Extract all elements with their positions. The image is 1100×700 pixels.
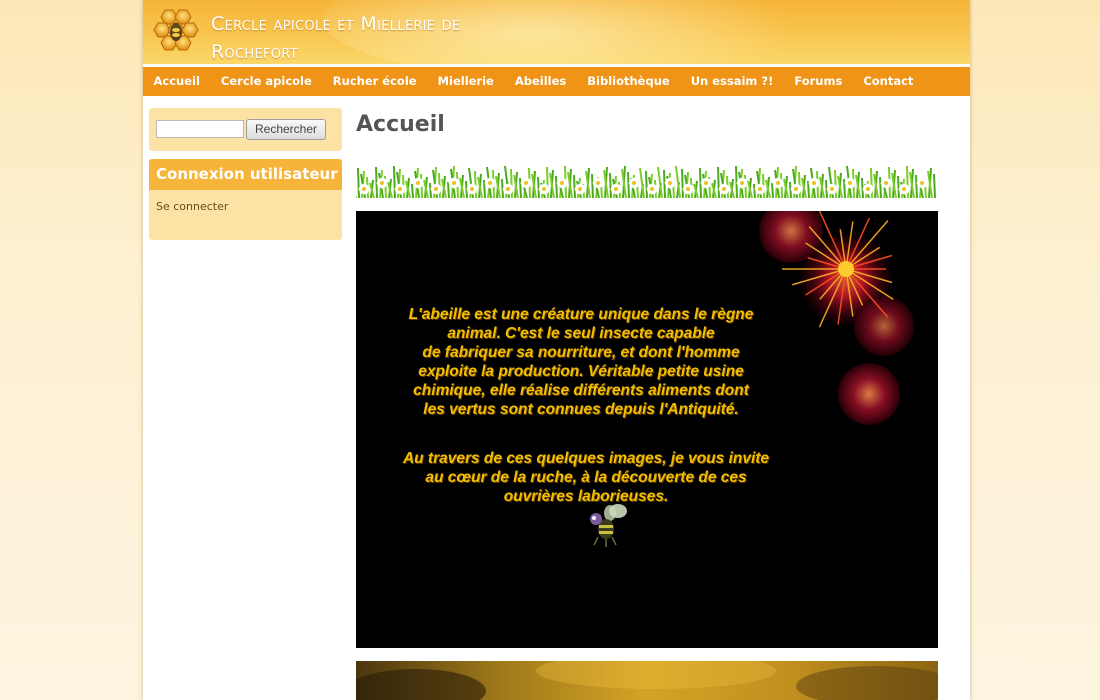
grass-daisies-banner <box>351 161 938 199</box>
intro-paragraph-1: L'abeille est une créature unique dans l… <box>356 305 806 419</box>
quote-line: de fabriquer sa nourriture, et dont l'ho… <box>422 344 740 361</box>
quote-line: L'abeille est une créature unique dans l… <box>408 306 754 323</box>
site-name-line1[interactable]: Cercle apicole et Miellerie de <box>211 10 541 38</box>
quote-line: animal. C'est le seul insecte capable <box>447 325 715 342</box>
nav-item-un-essaim[interactable]: Un essaim ?! <box>680 67 784 96</box>
nav-item-contact[interactable]: Contact <box>853 67 924 96</box>
quote-line: Au travers de ces quelques images, je vo… <box>402 450 770 467</box>
nav-item-rucher-ecole[interactable]: Rucher école <box>322 67 427 96</box>
nav-item-forums[interactable]: Forums <box>784 67 853 96</box>
quote-line: les vertus sont connues depuis l'Antiqui… <box>423 401 739 418</box>
sidebar: Rechercher Connexion utilisateur Se conn… <box>149 108 342 240</box>
quote-line: au cœur de la ruche, à la découverte de … <box>425 469 747 486</box>
honeycomb-logo-icon[interactable] <box>151 6 203 58</box>
user-login-block: Connexion utilisateur Se connecter <box>149 159 342 240</box>
site-header: Cercle apicole et Miellerie de Rochefort <box>143 0 970 64</box>
search-button[interactable]: Rechercher <box>246 119 326 140</box>
bee-icon <box>590 504 627 547</box>
nav-item-bibliotheque[interactable]: Bibliothèque <box>577 67 680 96</box>
fireworks-decoration-icon <box>759 211 914 425</box>
login-link[interactable]: Se connecter <box>156 200 228 213</box>
search-block: Rechercher <box>149 108 342 151</box>
page-title: Accueil <box>356 112 445 137</box>
nav-item-abeilles[interactable]: Abeilles <box>504 67 576 96</box>
nav-item-accueil[interactable]: Accueil <box>143 67 210 96</box>
quote-line: exploite la production. Véritable petite… <box>418 363 744 380</box>
nav-item-cercle-apicole[interactable]: Cercle apicole <box>210 67 322 96</box>
nav-item-miellerie[interactable]: Miellerie <box>427 67 504 96</box>
intro-paragraph-2: Au travers de ces quelques images, je vo… <box>356 449 816 506</box>
page-container: Cercle apicole et Miellerie de Rochefort… <box>143 0 970 700</box>
site-name[interactable]: Cercle apicole et Miellerie de Rochefort <box>211 10 541 64</box>
site-name-line2[interactable]: Rochefort <box>211 38 541 64</box>
quote-line: chimique, elle réalise différents alimen… <box>413 382 749 399</box>
search-input[interactable] <box>156 120 244 138</box>
bee-photo <box>356 661 938 700</box>
intro-image-panel: L'abeille est une créature unique dans l… <box>356 211 938 648</box>
main-navigation: Accueil Cercle apicole Rucher école Mieller… <box>143 67 970 96</box>
user-login-title: Connexion utilisateur <box>149 159 342 190</box>
